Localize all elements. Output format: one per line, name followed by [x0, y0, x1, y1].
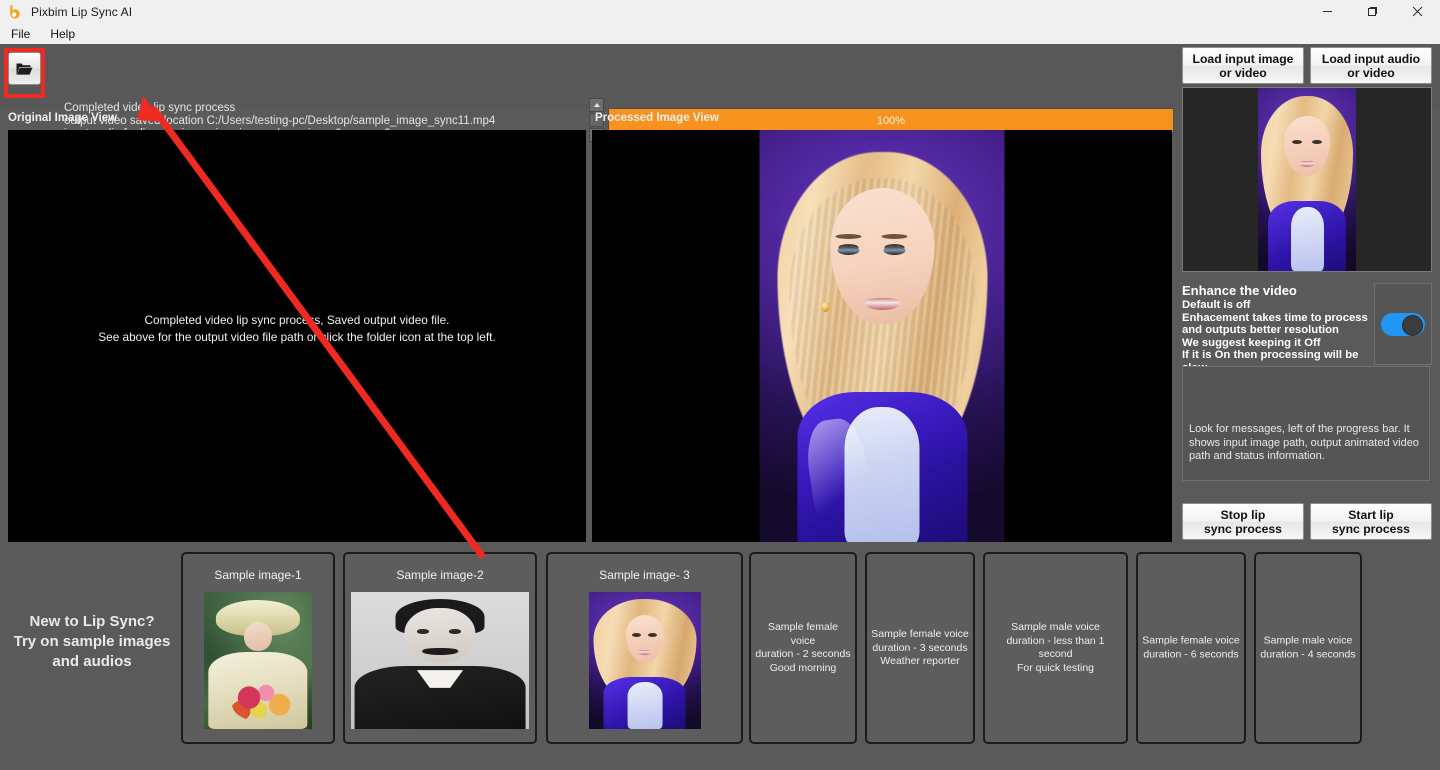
processed-view-caption: Processed Image View — [595, 112, 719, 124]
enhance-video-note: Enhacement takes time to process — [1182, 311, 1368, 324]
thumb2-moustache — [422, 648, 458, 655]
thumb3-face — [625, 615, 664, 662]
sample-audio-card-2-text: Sample female voice duration - 3 seconds W… — [871, 627, 969, 667]
preview-eye-left — [1292, 140, 1302, 144]
sample-audio-card-5-text: Sample male voice duration - 4 seconds — [1260, 634, 1356, 661]
window-title: Pixbim Lip Sync AI — [31, 4, 133, 19]
portrait-brow-left — [835, 234, 862, 239]
victorian-lady-thumbnail — [204, 592, 312, 729]
enhance-toggle-cell — [1374, 283, 1432, 365]
original-view-message: Completed video lip sync process, Saved … — [8, 312, 586, 346]
processed-image-view[interactable] — [592, 130, 1172, 542]
thumb1-flowers — [232, 682, 293, 721]
toggle-knob — [1402, 314, 1423, 336]
processed-portrait-image — [759, 130, 1005, 542]
new-to-lip-sync-heading: New to Lip Sync? Try on sample images and … — [13, 613, 171, 670]
title-bar: Pixbim Lip Sync AI — [0, 0, 1440, 24]
thumb3-jacket — [603, 676, 686, 729]
application-window: Pixbim Lip Sync AI File Help Completed v… — [0, 0, 1440, 770]
sample-image-card-1-title: Sample image-1 — [214, 568, 302, 582]
open-folder-button[interactable] — [8, 52, 41, 85]
maximize-icon[interactable] — [1350, 0, 1395, 23]
stop-lip-sync-button[interactable]: Stop lip sync process — [1182, 503, 1304, 540]
preview-jacket — [1268, 201, 1346, 271]
menu-item-file[interactable]: File — [2, 25, 39, 43]
pixbim-logo-icon — [7, 4, 23, 20]
portrait-mouth — [865, 298, 899, 310]
sample-audio-card-1-text: Sample female voice duration - 2 seconds G… — [755, 621, 851, 674]
portrait-eye-right — [883, 246, 906, 255]
load-input-audio-button[interactable]: Load input audio or video — [1310, 47, 1432, 84]
original-view-caption: Original Image View — [8, 112, 118, 124]
sample-audio-card-5[interactable]: Sample male voice duration - 4 seconds — [1254, 552, 1362, 744]
menu-item-help[interactable]: Help — [41, 25, 84, 43]
preview-mouth — [1299, 161, 1315, 167]
original-view-message-line: See above for the output video file path… — [98, 330, 496, 344]
close-icon[interactable] — [1395, 0, 1440, 23]
blonde-woman-thumbnail — [588, 592, 701, 729]
enhance-video-section: Enhance the video Default is off Enhacem… — [1182, 283, 1378, 375]
input-preview-thumbnail[interactable] — [1182, 87, 1432, 272]
sample-audio-card-4[interactable]: Sample female voice duration - 6 seconds — [1136, 552, 1246, 744]
thumb2-face — [404, 608, 476, 664]
triangle-up-icon — [593, 103, 600, 107]
tesla-portrait-thumbnail — [351, 592, 529, 729]
thumb2-eye-right — [448, 628, 462, 634]
preview-eye-right — [1312, 140, 1322, 144]
load-input-image-button[interactable]: Load input image or video — [1182, 47, 1304, 84]
sample-image-card-2-title: Sample image-2 — [396, 568, 484, 582]
status-message-line: Completed video lip sync process — [64, 102, 236, 114]
minimize-icon[interactable] — [1305, 0, 1350, 23]
enhance-video-title: Enhance the video — [1182, 283, 1297, 298]
sample-audio-card-2[interactable]: Sample female voice duration - 3 seconds W… — [865, 552, 975, 744]
sample-image-card-1[interactable]: Sample image-1 — [181, 552, 335, 744]
sample-image-card-3[interactable]: Sample image- 3 — [546, 552, 743, 744]
start-lip-sync-button[interactable]: Start lip sync process — [1310, 503, 1432, 540]
window-controls — [1305, 0, 1440, 23]
original-view-message-line: Completed video lip sync process, Saved … — [144, 313, 450, 327]
sample-audio-card-3-text: Sample male voice duration - less than 1 … — [1006, 621, 1105, 674]
enhance-video-note: Default is off — [1182, 299, 1251, 311]
status-message-line: output video saved location C:/Users/tes… — [64, 115, 496, 128]
sample-audio-card-3[interactable]: Sample male voice duration - less than 1 … — [983, 552, 1128, 744]
enhance-video-note: and outputs better resolution — [1182, 324, 1339, 337]
menu-bar: File Help — [0, 23, 1440, 45]
sample-audio-card-1[interactable]: Sample female voice duration - 2 seconds G… — [749, 552, 857, 744]
scroll-up-button[interactable] — [589, 98, 604, 112]
thumb1-face — [243, 622, 273, 651]
thumb2-eye-left — [416, 628, 430, 634]
sample-image-card-2[interactable]: Sample image-2 — [343, 552, 537, 744]
sample-image-card-3-title: Sample image- 3 — [599, 568, 690, 582]
info-message-text: Look for messages, left of the progress … — [1189, 423, 1419, 462]
portrait-jacket — [797, 392, 967, 542]
portrait-brow-right — [881, 234, 908, 239]
enhance-video-toggle[interactable] — [1381, 312, 1425, 336]
open-folder-icon — [16, 62, 33, 76]
progress-bar-label: 100% — [876, 114, 906, 127]
original-image-view[interactable]: Completed video lip sync process, Saved … — [8, 130, 586, 542]
thumb3-eye-left — [632, 633, 642, 638]
sample-audio-card-4-text: Sample female voice duration - 6 seconds — [1142, 634, 1240, 661]
portrait-eye-left — [837, 246, 860, 255]
info-message-box: Look for messages, left of the progress … — [1182, 366, 1430, 481]
enhance-video-note: We suggest keeping it Off — [1182, 336, 1321, 349]
preview-portrait-image — [1258, 88, 1356, 271]
portrait-earring — [821, 302, 830, 312]
